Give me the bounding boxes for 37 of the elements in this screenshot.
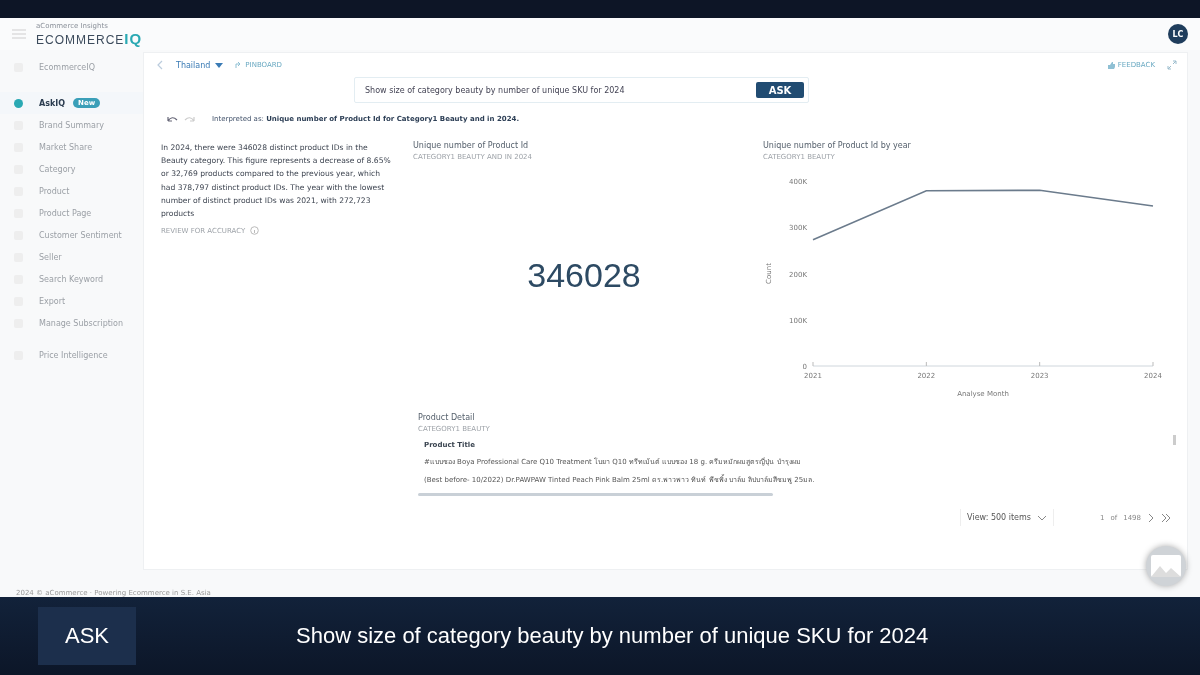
sidebar-item[interactable]: Seller — [0, 246, 143, 268]
sidebar-item[interactable]: Brand Summary — [0, 114, 143, 136]
ask-button[interactable]: ASK — [756, 82, 804, 98]
thumbs-up-icon — [1107, 61, 1115, 69]
sidebar-item[interactable]: Export — [0, 290, 143, 312]
image-icon[interactable] — [1146, 546, 1186, 586]
scrollbar[interactable] — [1173, 435, 1176, 445]
last-page-icon[interactable] — [1161, 512, 1171, 523]
logo[interactable]: ECOMMERCEIQ — [36, 29, 143, 47]
user-avatar[interactable]: LC — [1168, 24, 1188, 44]
sidebar-item[interactable]: Manage Subscription — [0, 312, 143, 334]
info-icon[interactable] — [250, 226, 260, 236]
redo-icon[interactable] — [184, 115, 196, 123]
query-field[interactable]: Show size of category beauty by number of unique SKU for 2024 ASK — [354, 77, 809, 103]
sidebar-item[interactable]: Price Intelligence — [0, 344, 143, 366]
chart-title: Unique number of Product Id by year — [763, 141, 912, 150]
sidebar-item[interactable]: Customer Sentiment — [0, 224, 143, 246]
sidebar-item[interactable]: Market Share — [0, 136, 143, 158]
kpi-title: Unique number of Product Id — [413, 141, 530, 150]
caption-label: ASK — [38, 607, 136, 665]
page-size-dropdown[interactable]: View: 500 items — [960, 509, 1054, 526]
chevron-down-icon — [1036, 514, 1047, 521]
kpi-value: 346028 — [527, 256, 641, 295]
next-page-icon[interactable] — [1147, 512, 1155, 523]
sidebar-item[interactable]: Product Page — [0, 202, 143, 224]
table-title: Product Detail — [418, 413, 476, 422]
sidebar-item[interactable]: Category — [0, 158, 143, 180]
undo-icon[interactable] — [166, 115, 178, 123]
sidebar-item[interactable]: EcommerceIQ — [0, 56, 143, 78]
caption-text: Show size of category beauty by number of unique SKU for 2024 — [296, 623, 929, 649]
sidebar-item[interactable]: Search Keyword — [0, 268, 143, 290]
caret-icon — [215, 62, 224, 68]
back-icon[interactable] — [156, 60, 164, 70]
expand-icon[interactable] — [1167, 60, 1177, 70]
country-dropdown[interactable]: Thailand — [176, 60, 224, 70]
sidebar-item[interactable]: Product — [0, 180, 143, 202]
scrollbar[interactable] — [418, 493, 773, 496]
